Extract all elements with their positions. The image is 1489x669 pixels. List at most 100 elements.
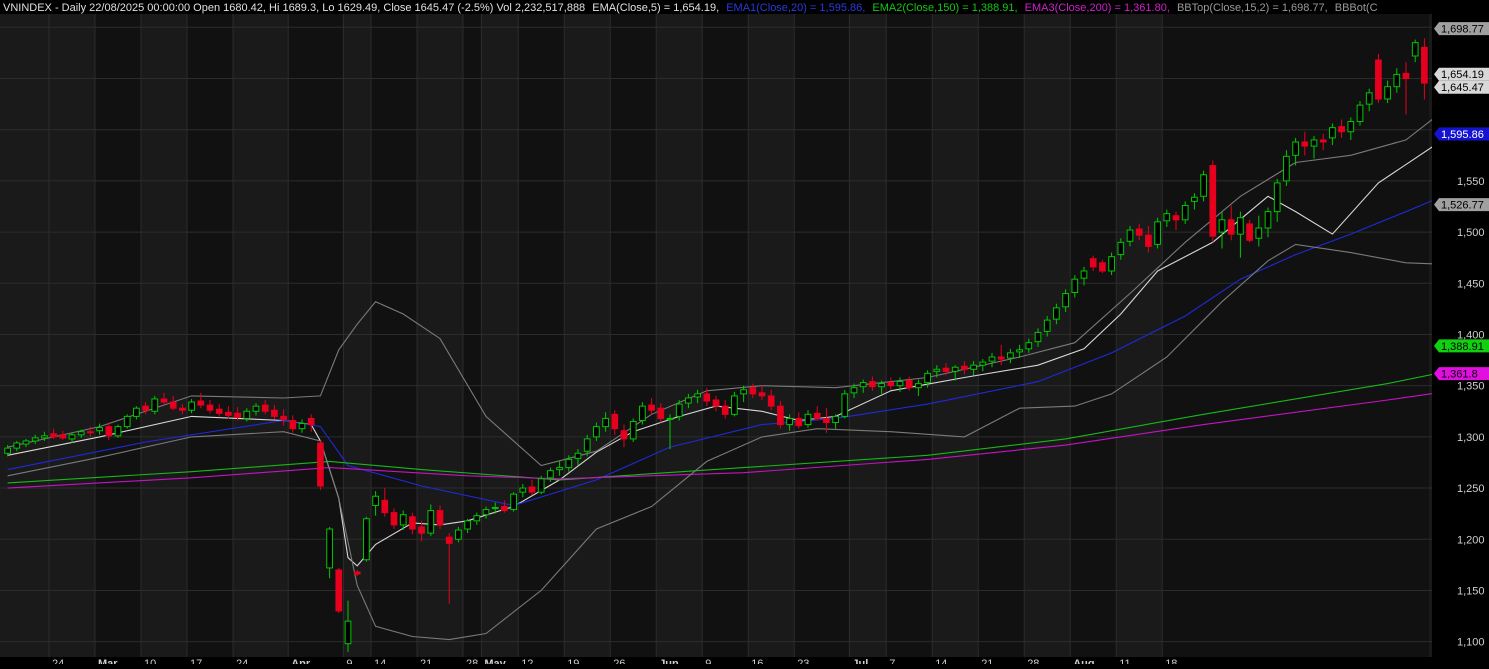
x-tick-label: Jul (852, 658, 868, 664)
week-band (794, 14, 850, 657)
candle-body-down (271, 409, 278, 417)
candle-body-up (344, 620, 352, 645)
week-band (1162, 14, 1429, 657)
candle-body-up (22, 440, 30, 445)
candle-body-up (1310, 139, 1318, 147)
candle-body-up (1292, 141, 1299, 156)
candle-body-down (528, 486, 536, 493)
candle-body-down (50, 433, 57, 438)
candle-body-up (464, 520, 471, 530)
candle-body-up (114, 426, 122, 437)
price-label-ema2: 1,388.91 (1434, 339, 1489, 353)
y-tick-label: 1,300 (1457, 432, 1485, 444)
candle-body-down (418, 526, 425, 534)
week-band (288, 14, 344, 657)
candle-body-down (1421, 46, 1428, 84)
candle-body-up (1329, 127, 1336, 139)
candle-body-up (252, 405, 260, 412)
price-label-text: 1,645.47 (1441, 82, 1484, 94)
candle-body-down (280, 415, 287, 420)
price-label-ema: 1,654.19 (1434, 67, 1489, 81)
y-tick-label: 1,250 (1457, 483, 1485, 495)
candle-body-up (96, 427, 103, 432)
candle-body-down (215, 408, 223, 414)
header-ema1: EMA1(Close,20) = 1,595.86, (726, 2, 865, 14)
y-tick-label: 1,450 (1457, 278, 1485, 290)
candle-body-down (905, 380, 913, 389)
candle-body-down (179, 407, 186, 411)
candle-body-up (473, 515, 481, 522)
candle-body-down (767, 395, 775, 407)
candle-body-down (501, 505, 508, 512)
candle (1356, 101, 1364, 126)
candle (363, 516, 370, 562)
candle-body-up (685, 397, 692, 404)
price-label-close: 1,645.47 (1434, 80, 1489, 94)
candle (510, 492, 517, 512)
x-tick-label: 18 (1165, 658, 1177, 664)
candle-body-up (537, 478, 545, 493)
candle-body-down (317, 442, 324, 487)
candle-body-down (777, 405, 784, 426)
candle-body-down (997, 356, 1005, 360)
price-label-text: 1,526.77 (1441, 200, 1484, 212)
candle-body-up (1117, 241, 1125, 256)
candle-body-up (878, 383, 885, 388)
candle-body-down (721, 405, 729, 415)
candle-body-down (1227, 219, 1235, 235)
x-tick-label: 9 (346, 658, 352, 664)
candle-body-up (1283, 155, 1290, 182)
candle-body-up (482, 509, 490, 516)
week-band (518, 14, 565, 657)
candle-body-up (1007, 352, 1014, 359)
price-label-bbtop: 1,698.77 (1434, 22, 1489, 36)
candle-body-down (353, 571, 361, 575)
price-label-text: 1,698.77 (1441, 24, 1484, 36)
candle-body-up (639, 405, 646, 421)
chart-root: 1,100 1,150 1,200 1,250 1,300 1,350 1,400 1,450… (0, 0, 1489, 669)
chart-header: VNINDEX - Daily 22/08/2025 00:00:00 Open… (3, 2, 1378, 14)
candle-body-up (68, 434, 76, 440)
x-tick-label: Jun (659, 658, 679, 664)
candle-body-down (1089, 258, 1097, 268)
header-prefix: VNINDEX - Daily 22/08/2025 00:00:00 Open… (3, 2, 585, 14)
candle-body-down (261, 404, 269, 412)
x-tick-label: 21 (981, 658, 993, 664)
x-tick-label: 24 (236, 658, 248, 664)
candle-body-up (31, 437, 39, 442)
candle-body-up (427, 510, 435, 534)
candle (537, 475, 545, 495)
candle-body-up (519, 487, 527, 493)
candle-body-up (1200, 174, 1207, 197)
candle-body-up (896, 381, 904, 387)
candle-body-up (556, 467, 563, 471)
candle-body-up (731, 395, 738, 415)
candle (1154, 217, 1161, 249)
x-tick-label: 28 (466, 658, 478, 664)
candle-body-up (1062, 293, 1069, 308)
candle-body-up (399, 514, 407, 526)
candle-body-up (786, 417, 793, 426)
candle-body-up (123, 415, 131, 428)
x-tick-label: Mar (98, 658, 118, 664)
candle-body-down (381, 499, 389, 514)
candle-body-down (1145, 234, 1152, 247)
candle-body-up (1411, 42, 1419, 57)
candle-body-up (1025, 342, 1033, 350)
candle-body-down (160, 398, 168, 403)
header-ema: EMA(Close,5) = 1,654.19, (592, 2, 719, 14)
price-label-text: 1,361.8 (1441, 369, 1478, 381)
candle-body-down (206, 404, 214, 411)
candle-body-up (740, 389, 747, 395)
candle-body-up (243, 410, 251, 419)
candle-body-down (142, 405, 149, 411)
candle-body-up (859, 382, 867, 388)
x-tick-label: 21 (420, 658, 432, 664)
candle-body-down (942, 367, 950, 372)
y-tick-label: 1,150 (1457, 585, 1485, 597)
candle (731, 391, 738, 417)
candle (841, 389, 849, 419)
candle-body-down (1099, 262, 1106, 272)
y-tick-label: 1,550 (1457, 176, 1485, 188)
candle-body-up (565, 458, 573, 469)
